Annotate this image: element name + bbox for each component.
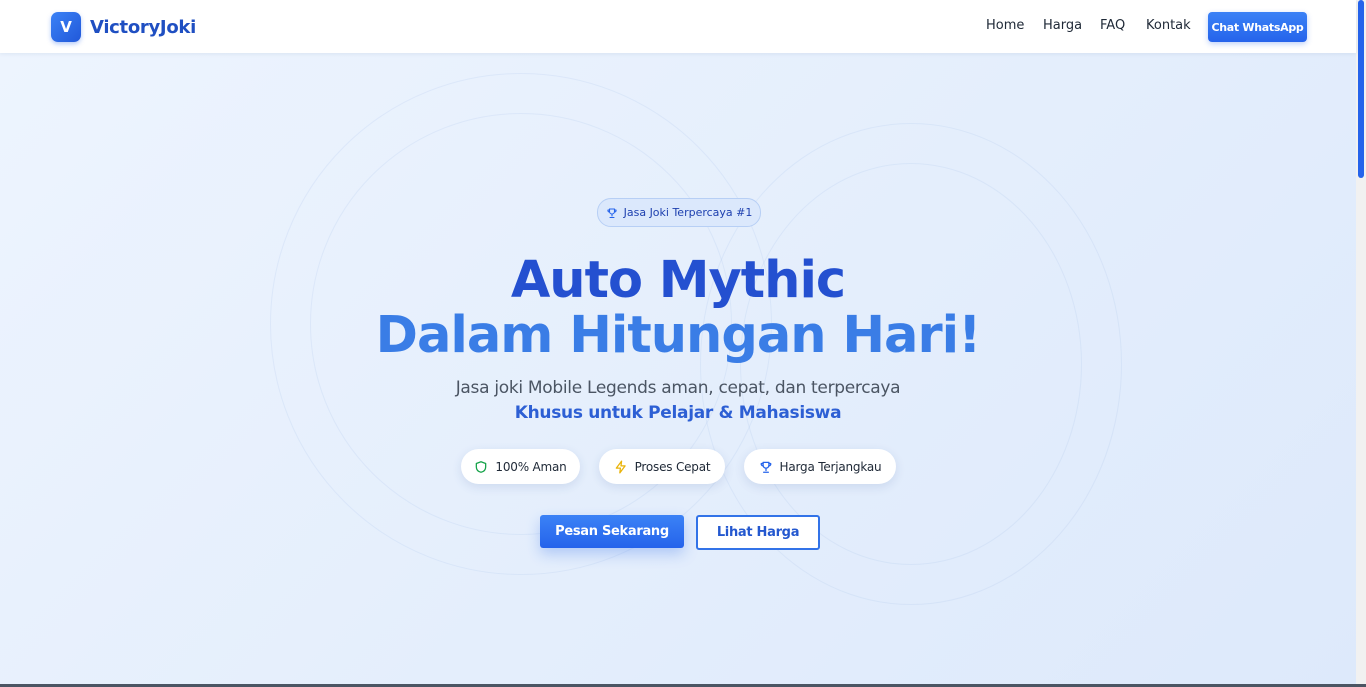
feature-label: Harga Terjangkau: [779, 459, 882, 474]
nav-link-faq[interactable]: FAQ: [1100, 18, 1125, 33]
brand-logo[interactable]: V VictoryJoki: [51, 12, 196, 42]
nav-link-harga[interactable]: Harga: [1043, 18, 1082, 33]
lightning-icon: [615, 460, 626, 473]
feature-pill-cepat: Proses Cepat: [599, 449, 725, 484]
scrollbar-thumb[interactable]: [1358, 0, 1364, 178]
hero-title-line1: Auto Mythic: [510, 251, 846, 310]
pesan-sekarang-button[interactable]: Pesan Sekarang: [540, 515, 684, 548]
feature-pill-harga: Harga Terjangkau: [744, 449, 896, 484]
feature-label: Proses Cepat: [634, 459, 711, 474]
hero-subtitle-highlight: Khusus untuk Pelajar & Mahasiswa: [514, 403, 842, 423]
hero-subtitle: Jasa joki Mobile Legends aman, cepat, da…: [455, 378, 901, 398]
nav-link-home[interactable]: Home: [986, 18, 1024, 33]
chat-whatsapp-button[interactable]: Chat WhatsApp: [1208, 12, 1307, 42]
hero-section: Jasa Joki Terpercaya #1 Auto Mythic Dala…: [0, 53, 1356, 684]
hero-badge-text: Jasa Joki Terpercaya #1: [623, 206, 753, 219]
shield-icon: [476, 460, 487, 473]
brand-name: VictoryJoki: [90, 16, 196, 38]
feature-pill-aman: 100% Aman: [461, 449, 580, 484]
logo-mark: V: [51, 12, 81, 42]
navbar: V VictoryJoki Home Harga FAQ Kontak Chat…: [0, 0, 1356, 53]
hero-badge: Jasa Joki Terpercaya #1: [597, 198, 761, 227]
trophy-icon: [606, 207, 617, 218]
trophy-icon: [760, 461, 771, 473]
nav-link-kontak[interactable]: Kontak: [1146, 18, 1191, 33]
feature-label: 100% Aman: [495, 459, 567, 474]
hero-title-line2: Dalam Hitungan Hari!: [375, 306, 982, 365]
lihat-harga-button[interactable]: Lihat Harga: [696, 515, 820, 550]
page-scrollbar[interactable]: [1356, 0, 1366, 684]
